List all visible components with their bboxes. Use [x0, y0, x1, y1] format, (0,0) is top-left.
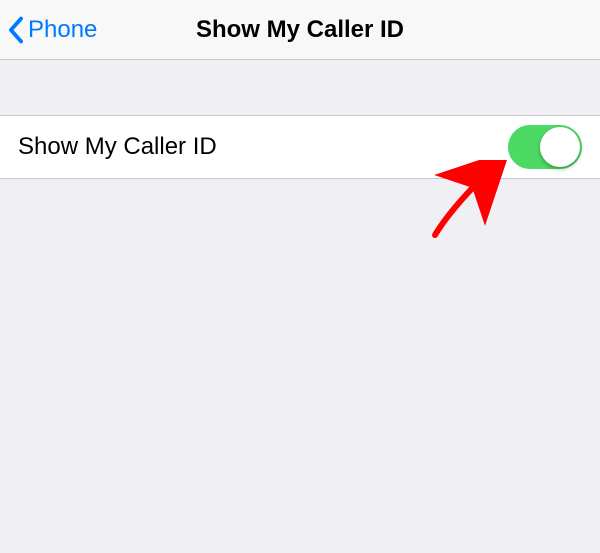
navigation-bar: Phone Show My Caller ID	[0, 0, 600, 60]
caller-id-toggle[interactable]	[508, 125, 582, 169]
chevron-left-icon	[8, 16, 24, 44]
caller-id-label: Show My Caller ID	[18, 133, 217, 161]
section-spacer	[0, 60, 600, 115]
back-button[interactable]: Phone	[0, 16, 97, 44]
caller-id-row: Show My Caller ID	[0, 115, 600, 179]
back-button-label: Phone	[28, 16, 97, 44]
toggle-knob	[540, 127, 580, 167]
